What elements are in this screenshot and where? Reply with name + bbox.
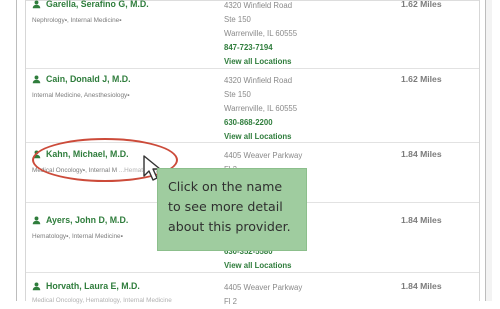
provider-specialties: Nephrology▪, Internal Medicine▪ [32,17,122,24]
provider-distance: 1.84 Miles [401,215,442,225]
provider-name: Cain, Donald J, M.D. [46,74,131,84]
person-icon [32,281,41,290]
specialty-icon: ▪ [120,233,123,240]
provider-specialties: Internal Medicine, Anesthesiology▪ [32,92,130,99]
provider-name-link[interactable]: Garella, Serafino G, M.D. [32,0,149,9]
view-all-locations-link[interactable]: View all Locations [224,259,291,273]
provider-distance: 1.62 Miles [401,74,442,84]
specialty-icon: ▪ [127,92,130,99]
person-icon [32,0,41,8]
specialty-icon: ▪ [64,17,67,24]
person-icon [32,215,41,224]
provider-name: Garella, Serafino G, M.D. [46,0,149,9]
provider-name-link[interactable]: Horvath, Laura E, M.D. [32,281,140,291]
provider-distance: 1.84 Miles [401,149,442,159]
provider-name-link[interactable]: Ayers, John D, M.D. [32,215,128,225]
divider [26,68,479,69]
instruction-callout: Click on the name to see more detail abo… [157,168,307,251]
provider-row: Garella, Serafino G, M.D. Nephrology▪, I… [26,0,479,71]
person-icon [32,74,41,83]
scrollbar[interactable] [486,0,492,301]
provider-distance: 1.84 Miles [401,281,442,291]
provider-row: Cain, Donald J, M.D. Internal Medicine, … [26,74,479,144]
provider-name: Horvath, Laura E, M.D. [46,281,140,291]
divider [26,272,479,273]
provider-row: Horvath, Laura E, M.D. Medical Oncology,… [26,281,479,306]
provider-phone[interactable]: 630-868-2200 [224,116,297,130]
provider-address: 4320 Winfield Road Ste 150 Warrenville, … [224,74,297,144]
specialty-icon: ▪ [66,233,69,240]
specialty-icon: ▪ [119,17,122,24]
view-all-locations-link[interactable]: View all Locations [224,55,297,69]
provider-name-link[interactable]: Cain, Donald J, M.D. [32,74,131,84]
provider-address: 4405 Weaver Parkway Fl 2 [224,283,303,306]
provider-name: Ayers, John D, M.D. [46,215,129,225]
provider-phone[interactable]: 847-723-7194 [224,41,297,55]
provider-address: 4320 Winfield Road Ste 150 Warrenville, … [224,0,297,69]
provider-specialties: Hematology▪, Internal Medicine▪ [32,233,123,240]
provider-distance: 1.62 Miles [401,0,442,9]
